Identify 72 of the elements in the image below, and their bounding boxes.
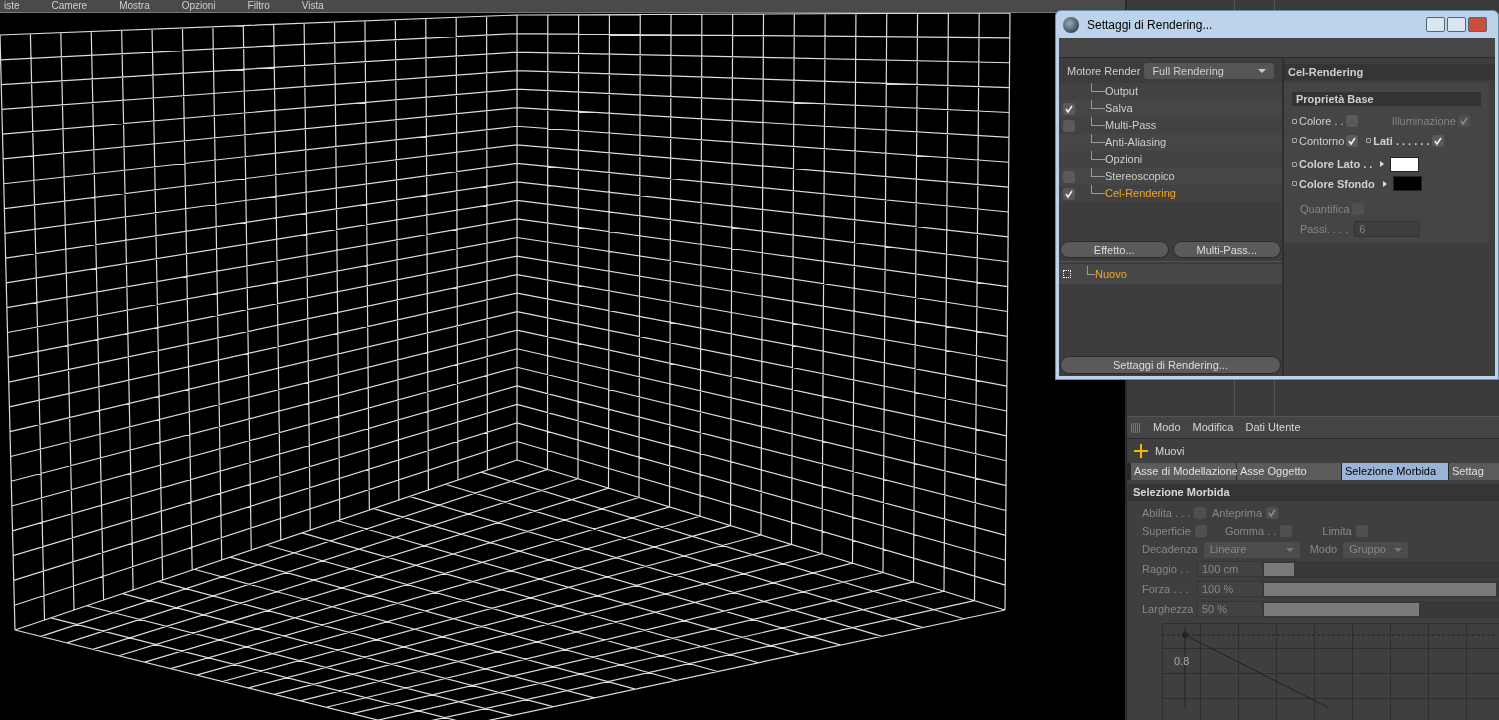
- slider-fill[interactable]: [1264, 602, 1420, 616]
- button[interactable]: Effetto...: [1060, 241, 1169, 258]
- keyframe-icon[interactable]: [1292, 161, 1297, 167]
- property-label: Illuminazione: [1391, 114, 1456, 129]
- checkbox-label: Superficie: [1142, 523, 1191, 539]
- field-label: Motore Render: [1067, 63, 1141, 79]
- property-label: Quantifica: [1300, 202, 1350, 217]
- tab[interactable]: Selezione Morbida: [1342, 463, 1448, 480]
- section-title: Selezione Morbida: [1127, 484, 1499, 501]
- checkbox[interactable]: [1266, 507, 1279, 519]
- property-label: Passi. . . .: [1300, 221, 1349, 237]
- menu-item[interactable]: Dati Utente: [1245, 419, 1301, 436]
- field-label: Raggio . .: [1142, 561, 1191, 577]
- caret-icon: [1258, 69, 1266, 73]
- tool-name: Muovi: [1155, 443, 1185, 459]
- maximize-button[interactable]: [1447, 17, 1466, 32]
- property-label: Colore Sfondo: [1299, 176, 1375, 192]
- menu-item[interactable]: Camere: [51, 1, 88, 11]
- tree-item[interactable]: Opzioni: [1105, 151, 1143, 168]
- color-swatch[interactable]: [1392, 176, 1422, 192]
- menu-item[interactable]: Modifica: [1192, 419, 1234, 436]
- expand-arrow-icon[interactable]: [1382, 180, 1387, 187]
- property-label: Lati . . . . . .: [1373, 133, 1430, 149]
- checkbox[interactable]: [1063, 187, 1075, 200]
- keyframe-icon[interactable]: [1292, 181, 1297, 187]
- slider-fill[interactable]: [1264, 562, 1295, 576]
- property-label: Colore Lato . .: [1299, 157, 1373, 172]
- field-label: Larghezza: [1142, 601, 1195, 617]
- grip-icon: [1131, 422, 1141, 433]
- property-label: Contorno: [1299, 133, 1345, 149]
- minimize-button[interactable]: [1426, 17, 1445, 32]
- checkbox-label: Limita: [1322, 523, 1352, 539]
- settings-button[interactable]: Settaggi di Rendering...: [1060, 356, 1281, 374]
- field-label: Forza . . .: [1142, 581, 1190, 597]
- menu-item[interactable]: Mostra: [119, 1, 150, 11]
- menu-item[interactable]: Opzioni: [181, 1, 216, 11]
- keyframe-icon[interactable]: [1292, 118, 1297, 124]
- menu-item[interactable]: Vista: [301, 1, 324, 11]
- target-icon: [1063, 270, 1071, 278]
- checkbox[interactable]: [1346, 134, 1359, 147]
- move-icon: [1133, 443, 1149, 459]
- checkbox-label: Anteprima: [1212, 505, 1263, 521]
- panel-title: Cel-Rendering: [1284, 64, 1495, 80]
- checkbox-label: Abilita . . .: [1142, 505, 1191, 521]
- field-label: Modo: [1309, 542, 1338, 558]
- axis-tick-label: 0.8: [1174, 654, 1190, 669]
- checkbox[interactable]: [1063, 119, 1075, 132]
- preset-item[interactable]: Nuovo: [1095, 265, 1127, 283]
- expand-arrow-icon[interactable]: [1380, 161, 1385, 168]
- window-title: Settaggi di Rendering...: [1087, 16, 1214, 34]
- checkbox[interactable]: [1063, 102, 1075, 115]
- property-label: Colore . .: [1299, 114, 1344, 129]
- checkbox-label: Gomma . .: [1224, 523, 1277, 539]
- tree-item[interactable]: Salva: [1105, 100, 1133, 117]
- tree-item[interactable]: Output: [1105, 83, 1139, 100]
- app-logo-icon: [1063, 16, 1079, 33]
- render-engine-dropdown[interactable]: Full Rendering: [1144, 63, 1274, 79]
- menu-item[interactable]: Modo: [1153, 419, 1181, 436]
- menu-item[interactable]: Filtro: [247, 1, 270, 11]
- tab[interactable]: Settag: [1449, 463, 1499, 480]
- tab[interactable]: Asse di Modellazione: [1131, 463, 1236, 480]
- color-swatch[interactable]: [1390, 156, 1420, 172]
- keyframe-icon[interactable]: [1292, 138, 1297, 144]
- caret-icon: [1285, 547, 1294, 552]
- group-title: Proprietà Base: [1292, 92, 1481, 106]
- keyframe-icon[interactable]: [1366, 138, 1372, 144]
- caret-icon: [1394, 547, 1403, 552]
- field-label: Decadenza: [1142, 542, 1198, 558]
- button[interactable]: Multi-Pass...: [1172, 241, 1281, 258]
- checkbox[interactable]: [1431, 134, 1444, 147]
- tab[interactable]: Asse Oggetto: [1237, 463, 1341, 480]
- menu-item[interactable]: iste: [4, 1, 20, 11]
